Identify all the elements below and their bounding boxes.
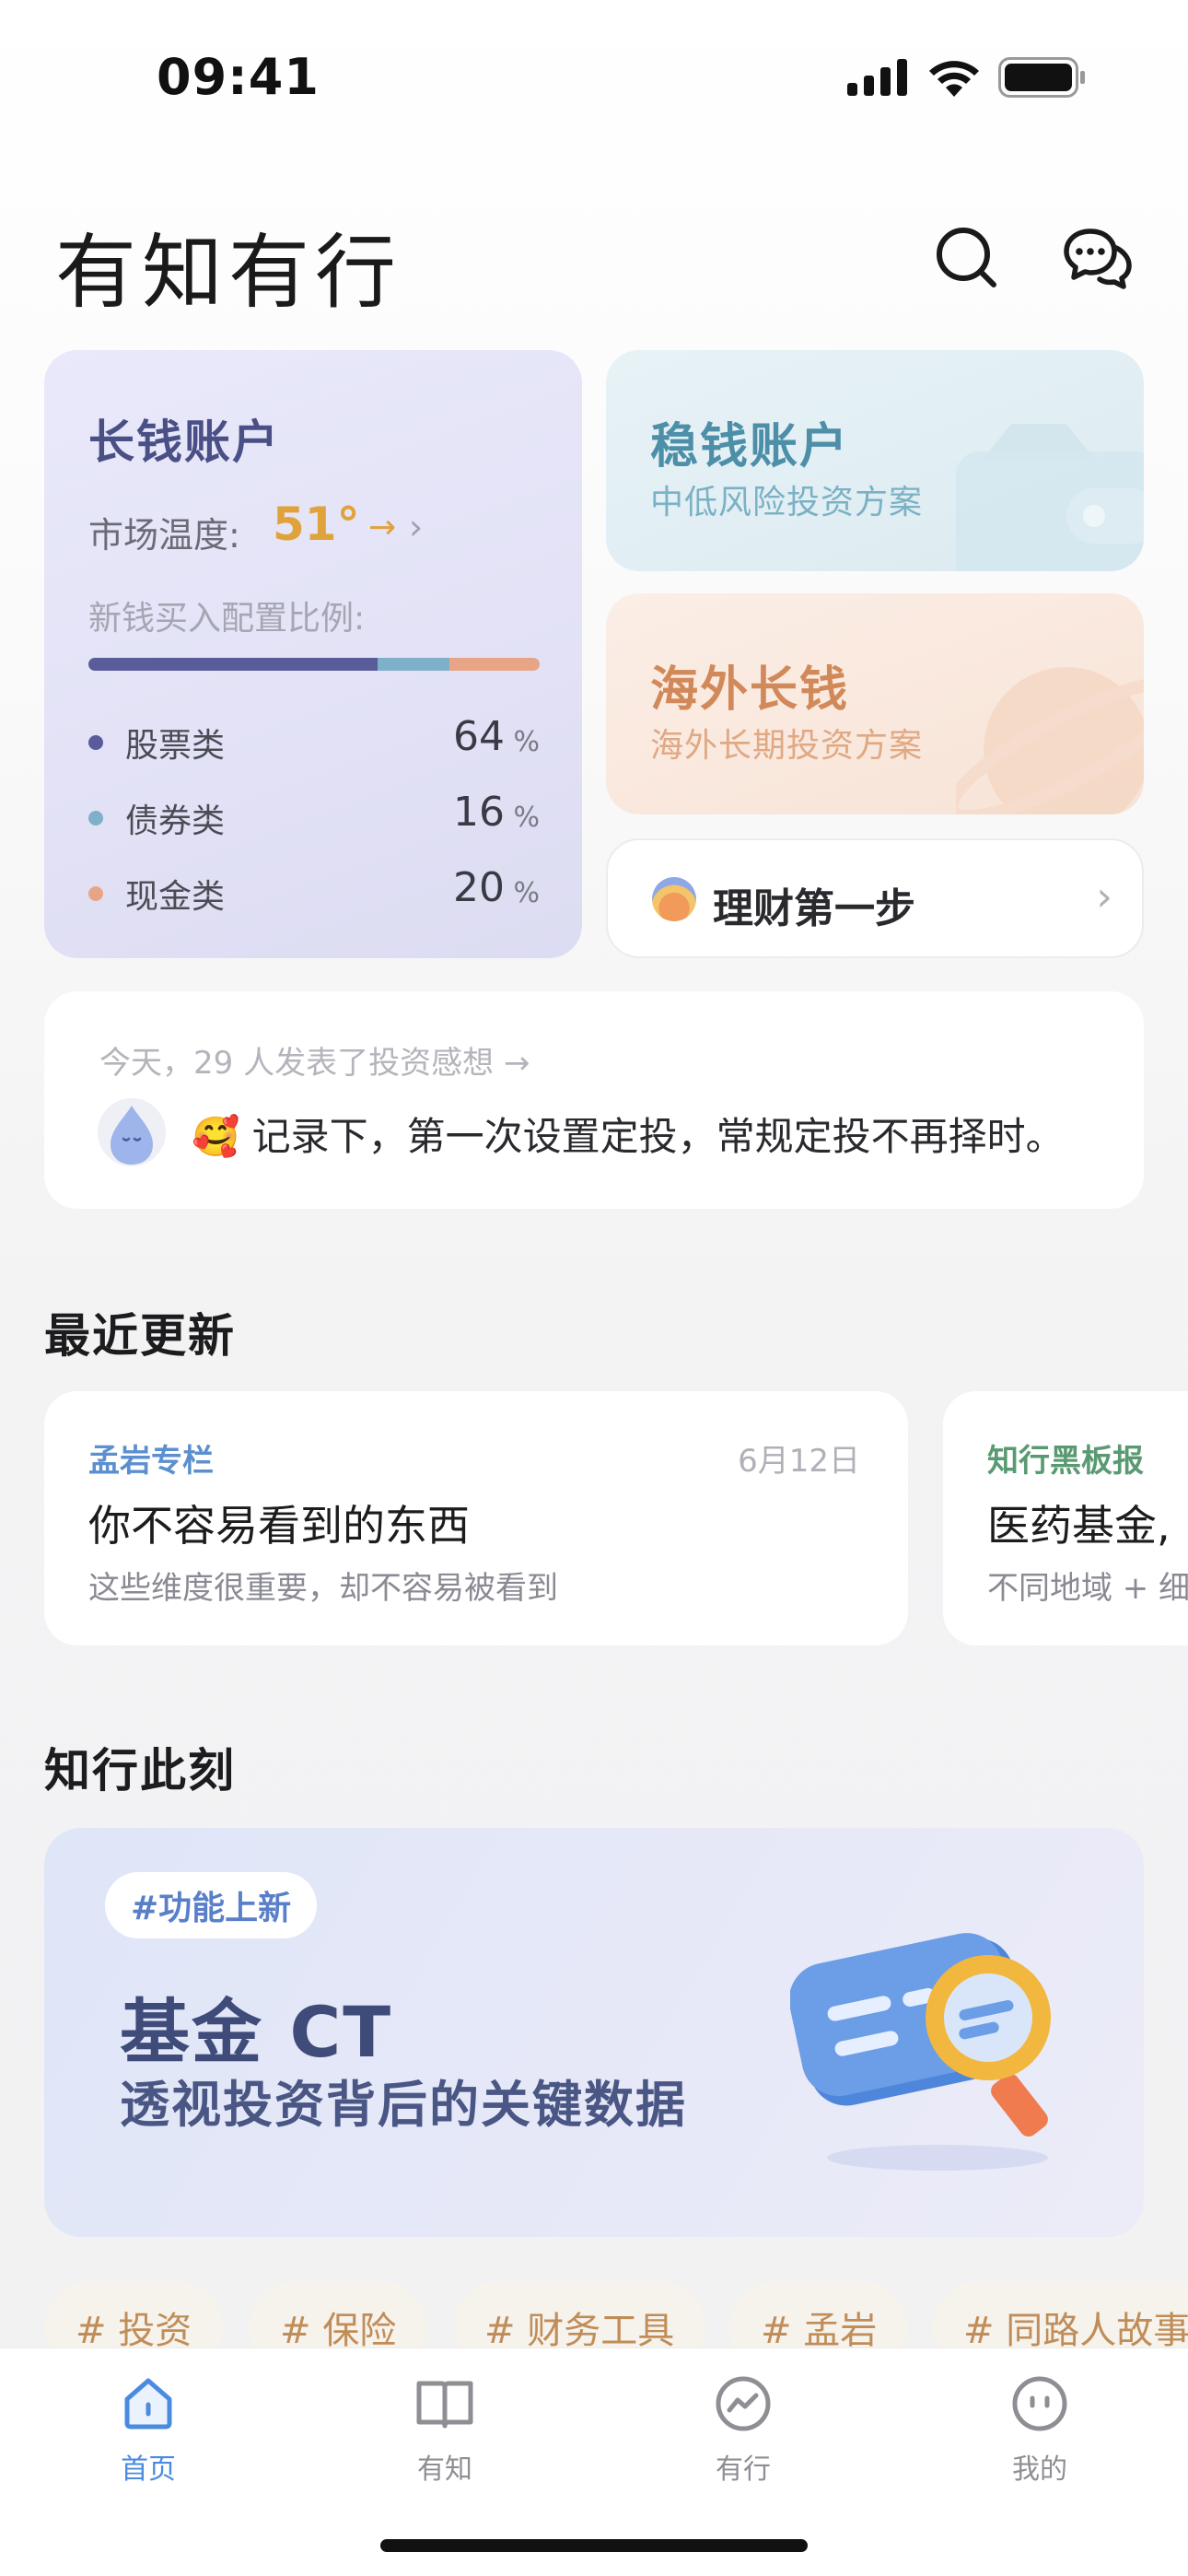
feature-banner[interactable]: #功能上新 基金 CT 透视投资背后的关键数据 xyxy=(44,1828,1144,2237)
allocation-name: 债券类 xyxy=(125,802,226,840)
community-feed-card[interactable]: 今天，29 人发表了投资感想 → 🥰 记录下，第一次设置定投，常规定投不再择时。 xyxy=(44,991,1144,1209)
tab-profile[interactable]: 我的 xyxy=(966,2371,1113,2500)
allocation-value: 64 xyxy=(453,713,505,760)
allocation-unit: % xyxy=(513,802,540,834)
stocks-dot xyxy=(88,735,103,750)
allocation-segment-0 xyxy=(88,658,378,671)
allocation-row-bonds: 债券类 16 % xyxy=(88,789,540,844)
allocation-unit: % xyxy=(513,877,540,909)
chevron-right-icon[interactable]: › xyxy=(409,507,423,547)
avatar[interactable] xyxy=(98,1098,166,1166)
allocation-ratio-bar xyxy=(88,658,540,671)
allocation-value: 20 xyxy=(453,864,505,911)
sunrise-icon xyxy=(652,877,696,921)
first-step-label: 理财第一步 xyxy=(713,885,915,932)
update-card[interactable]: 孟岩专栏 6月12日 你不容易看到的东西 这些维度很重要，却不容易被看到 xyxy=(44,1391,908,1645)
market-temperature-value[interactable]: 51° xyxy=(273,498,360,551)
allocation-name: 股票类 xyxy=(125,727,226,765)
update-subtitle: 这些维度很重要，却不容易被看到 xyxy=(88,1570,558,1607)
allocation-unit: % xyxy=(513,726,540,758)
update-column: 孟岩专栏 xyxy=(88,1443,214,1480)
tab-label: 首页 xyxy=(121,2453,176,2486)
banner-headline: 基金 CT xyxy=(120,1991,393,2073)
cash-dot xyxy=(88,886,103,901)
allocation-name: 现金类 xyxy=(125,878,226,916)
tab-label: 有行 xyxy=(716,2453,771,2486)
bonds-dot xyxy=(88,811,103,825)
update-date: 6月12日 xyxy=(738,1443,860,1480)
planet-icon xyxy=(956,667,1144,814)
app-title: 有知有行 xyxy=(55,225,402,320)
tab-label: 有知 xyxy=(417,2453,472,2486)
chevron-right-icon: › xyxy=(1096,873,1112,920)
update-card[interactable]: 知行黑板报 医药基金, 不同地域 + 细 xyxy=(943,1391,1188,1645)
tab-knowledge[interactable]: 有知 xyxy=(371,2371,518,2500)
stable-account-subtitle: 中低风险投资方案 xyxy=(650,484,924,521)
chat-icon[interactable] xyxy=(1061,221,1135,295)
allocation-row-cash: 现金类 20 % xyxy=(88,864,540,919)
feed-meta[interactable]: 今天，29 人发表了投资感想 → xyxy=(99,1037,530,1083)
update-title: 医药基金, xyxy=(987,1501,1171,1551)
allocation-segment-1 xyxy=(377,658,449,671)
first-step-card[interactable]: 理财第一步 › xyxy=(606,838,1144,958)
magnifier-card-icon xyxy=(790,1933,1051,2171)
signal-icon xyxy=(847,59,907,96)
stable-account-card[interactable]: 稳钱账户 中低风险投资方案 xyxy=(606,350,1144,571)
status-time: 09:41 xyxy=(157,48,320,106)
profile-icon xyxy=(1007,2371,1073,2437)
home-indicator xyxy=(380,2539,808,2552)
overseas-account-card[interactable]: 海外长钱 海外长期投资方案 xyxy=(606,593,1144,814)
tab-home[interactable]: 首页 xyxy=(75,2371,222,2500)
banner-subheadline: 透视投资背后的关键数据 xyxy=(120,2076,687,2134)
allocation-row-stocks: 股票类 64 % xyxy=(88,713,540,768)
book-icon xyxy=(412,2371,478,2437)
feed-message-text: 记录下，第一次设置定投，常规定投不再择时。 xyxy=(251,1114,1065,1159)
feature-tag: #功能上新 xyxy=(105,1872,318,1938)
status-icons xyxy=(847,57,1087,98)
emoji-icon: 🥰 xyxy=(192,1114,240,1159)
feed-message: 🥰 记录下，第一次设置定投，常规定投不再择时。 xyxy=(192,1106,1065,1162)
long-account-title: 长钱账户 xyxy=(88,416,280,469)
update-column: 知行黑板报 xyxy=(987,1443,1144,1480)
wifi-icon xyxy=(929,61,979,97)
allocation-value: 16 xyxy=(453,789,505,836)
stable-account-title: 稳钱账户 xyxy=(650,419,850,474)
search-icon[interactable] xyxy=(930,221,1004,295)
tab-action[interactable]: 有行 xyxy=(670,2371,817,2500)
trend-icon xyxy=(710,2371,776,2437)
update-subtitle: 不同地域 + 细 xyxy=(987,1570,1188,1607)
home-icon xyxy=(115,2371,181,2437)
moment-title: 知行此刻 xyxy=(44,1744,236,1797)
tab-label: 我的 xyxy=(1012,2453,1067,2486)
allocation-ratio-label: 新钱买入配置比例: xyxy=(88,600,366,638)
temperature-trend-icon: → xyxy=(368,509,397,546)
market-temperature-label: 市场温度: xyxy=(88,515,240,556)
allocation-segment-2 xyxy=(448,658,540,671)
update-title: 你不容易看到的东西 xyxy=(88,1501,470,1551)
wallet-icon xyxy=(956,424,1144,571)
overseas-account-subtitle: 海外长期投资方案 xyxy=(650,727,924,765)
recent-updates-title: 最近更新 xyxy=(44,1309,236,1363)
overseas-account-title: 海外长钱 xyxy=(650,662,850,718)
battery-icon xyxy=(998,57,1085,98)
long-account-card[interactable]: 长钱账户 市场温度: 51° → › 新钱买入配置比例: 股票类 64 % 债券… xyxy=(44,350,582,958)
